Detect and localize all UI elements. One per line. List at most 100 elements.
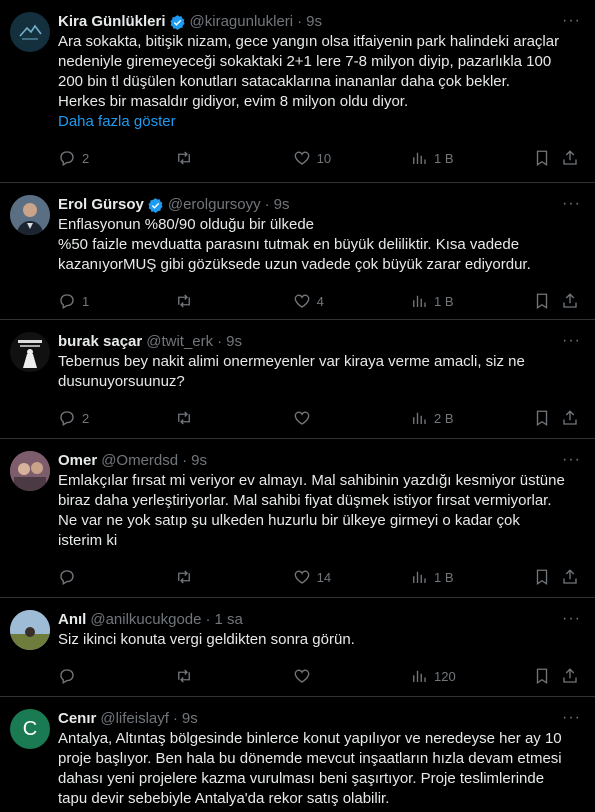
timestamp[interactable]: 9s <box>274 195 290 215</box>
views-button[interactable]: 1 B <box>410 568 533 586</box>
tweet-actions: 2 2 B <box>58 400 581 436</box>
more-options-icon[interactable]: ··· <box>562 332 581 350</box>
reply-button[interactable]: 2 <box>58 409 175 427</box>
share-button[interactable] <box>561 149 581 167</box>
views-button[interactable]: 1 B <box>410 292 533 310</box>
timestamp[interactable]: 9s <box>226 332 242 352</box>
tweet[interactable]: Kira Günlükleri @kiragunlukleri · 9s ···… <box>0 0 595 183</box>
separator-dot: · <box>172 710 178 727</box>
more-options-icon[interactable]: ··· <box>562 610 581 628</box>
tweet-header: Cenır @lifeislayf · 9s <box>58 709 581 729</box>
share-icon <box>563 668 577 683</box>
reply-button[interactable] <box>58 667 175 685</box>
like-button[interactable]: 4 <box>293 292 410 310</box>
bookmark-button[interactable] <box>533 292 561 310</box>
author-name[interactable]: Erol Gürsoy <box>58 195 144 215</box>
retweet-button[interactable] <box>175 292 292 310</box>
author-handle[interactable]: @anilkucukgode <box>90 610 201 630</box>
tweet[interactable]: Omer @Omerdsd · 9s ··· Emlakçılar fırsat… <box>0 439 595 598</box>
separator-dot: · <box>297 13 303 30</box>
retweet-button[interactable] <box>175 568 292 586</box>
avatar[interactable] <box>10 451 50 491</box>
views-button[interactable]: 1 B <box>410 149 533 167</box>
tweet[interactable]: Anıl @anilkucukgode · 1 sa ··· Siz ikinc… <box>0 598 595 697</box>
profile-photo <box>10 451 50 491</box>
tweet[interactable]: Erol Gürsoy @erolgursoyy · 9s ··· Enflas… <box>0 183 595 320</box>
separator-dot: · <box>182 452 188 469</box>
tweet[interactable]: burak saçar @twit_erk · 9s ··· Tebernus … <box>0 320 595 439</box>
timestamp[interactable]: 9s <box>306 12 322 32</box>
retweet-button[interactable] <box>175 409 292 427</box>
bookmark-icon <box>537 150 548 167</box>
more-options-icon[interactable]: ··· <box>562 195 581 213</box>
bookmark-icon <box>537 569 548 586</box>
heart-icon <box>294 669 310 683</box>
avatar[interactable] <box>10 195 50 235</box>
views-button[interactable]: 120 <box>410 667 533 685</box>
share-button[interactable] <box>561 409 581 427</box>
avatar[interactable] <box>10 610 50 650</box>
reply-button[interactable]: 1 <box>58 292 175 310</box>
like-button[interactable]: 14 <box>293 568 410 586</box>
author-name[interactable]: Cenır <box>58 709 96 729</box>
author-handle[interactable]: @Omerdsd <box>101 451 178 471</box>
tweet-text: Siz ikinci konuta vergi geldikten sonra … <box>58 631 355 648</box>
view-count: 1 B <box>433 150 454 166</box>
show-more-link[interactable]: Daha fazla göster <box>58 112 581 132</box>
more-options-icon[interactable]: ··· <box>562 451 581 469</box>
verified-badge-icon <box>169 14 185 30</box>
author-name[interactable]: Omer <box>58 451 97 471</box>
reply-button[interactable] <box>58 568 175 586</box>
bookmark-button[interactable] <box>533 409 561 427</box>
author-handle[interactable]: @kiragunlukleri <box>190 12 294 32</box>
like-button[interactable] <box>293 409 410 427</box>
share-icon <box>563 410 577 425</box>
tweet[interactable]: C Cenır @lifeislayf · 9s ··· Antalya, Al… <box>0 697 595 812</box>
author-handle[interactable]: @lifeislayf <box>100 709 169 729</box>
avatar-letter: C <box>22 717 38 740</box>
avatar[interactable]: C <box>10 709 50 749</box>
like-button[interactable] <box>293 667 410 685</box>
views-button[interactable]: 2 B <box>410 409 533 427</box>
share-icon <box>563 150 577 165</box>
bookmark-button[interactable] <box>533 568 561 586</box>
bookmark-button[interactable] <box>533 149 561 167</box>
reply-count: 2 <box>82 410 90 426</box>
retweet-button[interactable] <box>175 149 292 167</box>
author-name[interactable]: burak saçar <box>58 332 142 352</box>
reply-button[interactable]: 2 <box>58 149 175 167</box>
separator-dot: · <box>217 333 223 350</box>
tweet-header: Omer @Omerdsd · 9s <box>58 451 581 471</box>
avatar[interactable] <box>10 12 50 52</box>
view-count: 1 B <box>433 569 454 585</box>
timestamp[interactable]: 9s <box>191 451 207 471</box>
tweet-actions: 14 1 B <box>58 559 581 595</box>
timestamp[interactable]: 1 sa <box>214 610 242 630</box>
tweet-header: Anıl @anilkucukgode · 1 sa <box>58 610 581 630</box>
share-icon <box>563 293 577 308</box>
author-handle[interactable]: @twit_erk <box>146 332 213 352</box>
retweet-icon <box>178 294 191 308</box>
bookmark-button[interactable] <box>533 667 561 685</box>
share-button[interactable] <box>561 667 581 685</box>
share-button[interactable] <box>561 292 581 310</box>
author-name[interactable]: Kira Günlükleri <box>58 12 166 32</box>
author-name[interactable]: Anıl <box>58 610 86 630</box>
profile-photo <box>10 610 50 650</box>
more-options-icon[interactable]: ··· <box>562 709 581 727</box>
bookmark-icon <box>537 668 548 685</box>
timestamp[interactable]: 9s <box>182 709 198 729</box>
retweet-button[interactable] <box>175 667 292 685</box>
reply-icon <box>60 570 74 585</box>
like-button[interactable]: 10 <box>293 149 410 167</box>
reply-icon <box>60 151 74 166</box>
retweet-icon <box>178 411 191 425</box>
reply-count: 1 <box>82 293 90 309</box>
tweet-text: Enflasyonun %80/90 olduğu bir ülkede %50… <box>58 216 531 273</box>
tweet-actions: 1 4 1 B <box>58 283 581 319</box>
author-handle[interactable]: @erolgursoyy <box>168 195 261 215</box>
more-options-icon[interactable]: ··· <box>562 12 581 30</box>
share-button[interactable] <box>561 568 581 586</box>
avatar[interactable] <box>10 332 50 372</box>
tweet-header: Erol Gürsoy @erolgursoyy · 9s <box>58 195 581 215</box>
